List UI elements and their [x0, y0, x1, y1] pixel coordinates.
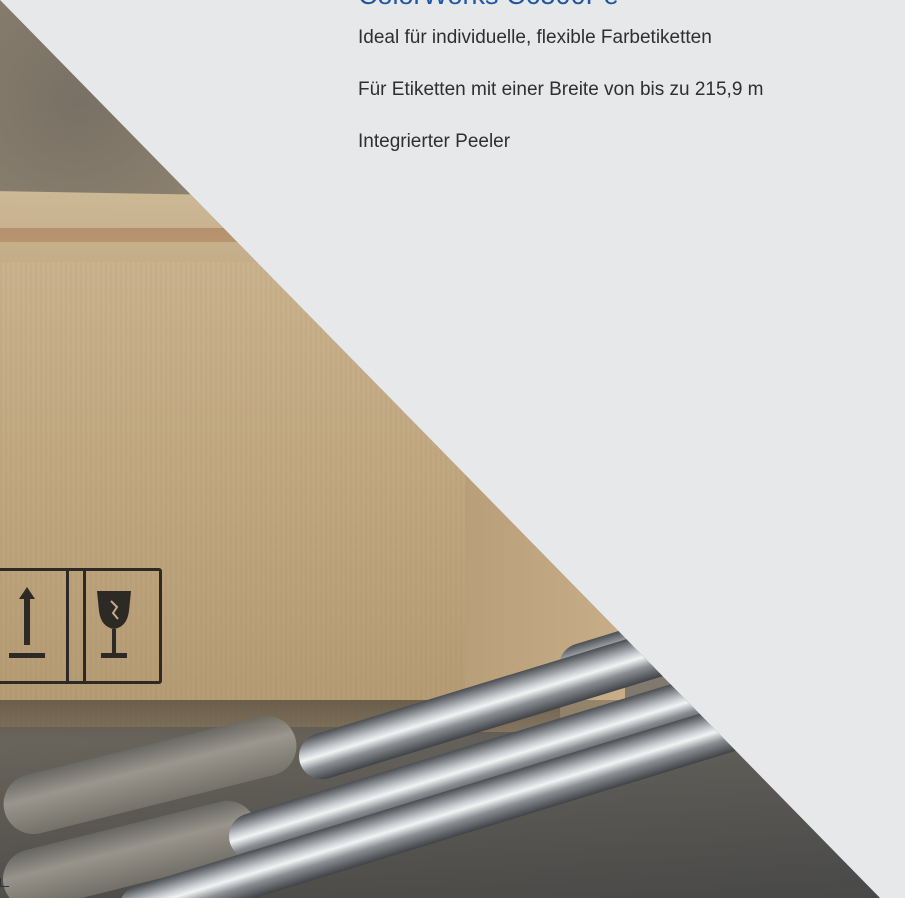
- crop-mark: [0, 878, 9, 887]
- product-title: ColorWorks C6500Pe: [358, 0, 905, 12]
- feature-item: Integrierter Peeler: [358, 131, 511, 152]
- wine-glass-icon: [97, 591, 131, 658]
- product-info: ColorWorks C6500Pe Ideal für individuell…: [358, 0, 905, 182]
- box-tape: [0, 228, 480, 242]
- feature-item: Ideal für individuelle, flexible Farbeti…: [358, 27, 712, 48]
- arrows-up-icon: [9, 587, 45, 658]
- feature-item: Für Etiketten mit einer Breite von bis z…: [358, 79, 764, 100]
- fragile-glass-icon: [66, 568, 162, 684]
- page: ColorWorks C6500Pe Ideal für individuell…: [0, 0, 905, 898]
